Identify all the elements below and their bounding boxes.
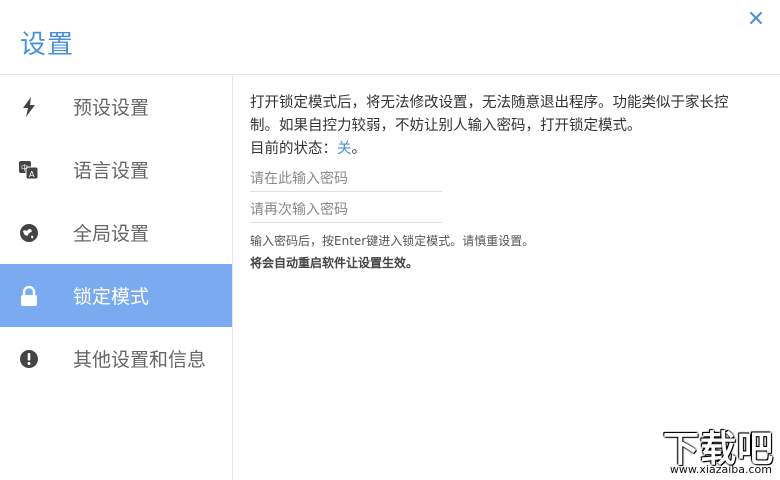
sidebar-item-lock-mode[interactable]: 锁定模式: [0, 264, 232, 327]
sidebar: 预设设置 中 A 语言设置 全局设置 锁定模式 其他设置和信息: [0, 75, 233, 480]
watermark-url: www.xiazaiba.com: [669, 463, 772, 476]
status-value: 关: [337, 141, 352, 157]
sidebar-item-label: 预设设置: [73, 97, 150, 119]
info-icon: [19, 349, 39, 369]
translate-icon: 中 A: [19, 160, 39, 180]
lock-icon: [19, 285, 39, 306]
password-confirm-input[interactable]: [250, 198, 442, 223]
window-title: 设置: [20, 30, 75, 60]
sidebar-item-global[interactable]: 全局设置: [0, 201, 232, 264]
sidebar-item-label: 锁定模式: [73, 286, 150, 308]
lock-mode-description: 打开锁定模式后，将无法修改设置，无法随意退出程序。功能类似于家长控制。如果自控力…: [250, 95, 729, 134]
restart-notice: 将会自动重启软件让设置生效。: [250, 256, 419, 270]
lock-mode-panel: 打开锁定模式后，将无法修改设置，无法随意退出程序。功能类似于家长控制。如果自控力…: [250, 92, 750, 271]
sidebar-item-label: 全局设置: [73, 223, 150, 245]
status-suffix: 。: [351, 141, 367, 157]
sidebar-item-language[interactable]: 中 A 语言设置: [0, 138, 232, 201]
status-line: 目前的状态：关。: [250, 138, 750, 161]
watermark-logo: 下载吧 www.xiazaiba.com: [642, 420, 778, 476]
sidebar-item-preset[interactable]: 预设设置: [0, 75, 232, 138]
svg-text:中: 中: [21, 163, 28, 172]
password-hint: 输入密码后，按Enter键进入锁定模式。请慎重设置。: [250, 234, 535, 248]
password-input[interactable]: [250, 167, 442, 192]
bolt-icon: [19, 96, 39, 117]
sidebar-item-other[interactable]: 其他设置和信息: [0, 327, 232, 390]
status-label: 目前的状态：: [250, 141, 337, 157]
globe-icon: [19, 223, 39, 243]
close-icon[interactable]: [746, 8, 766, 28]
sidebar-item-label: 其他设置和信息: [73, 349, 207, 371]
svg-text:A: A: [29, 170, 35, 179]
sidebar-item-label: 语言设置: [73, 160, 150, 182]
